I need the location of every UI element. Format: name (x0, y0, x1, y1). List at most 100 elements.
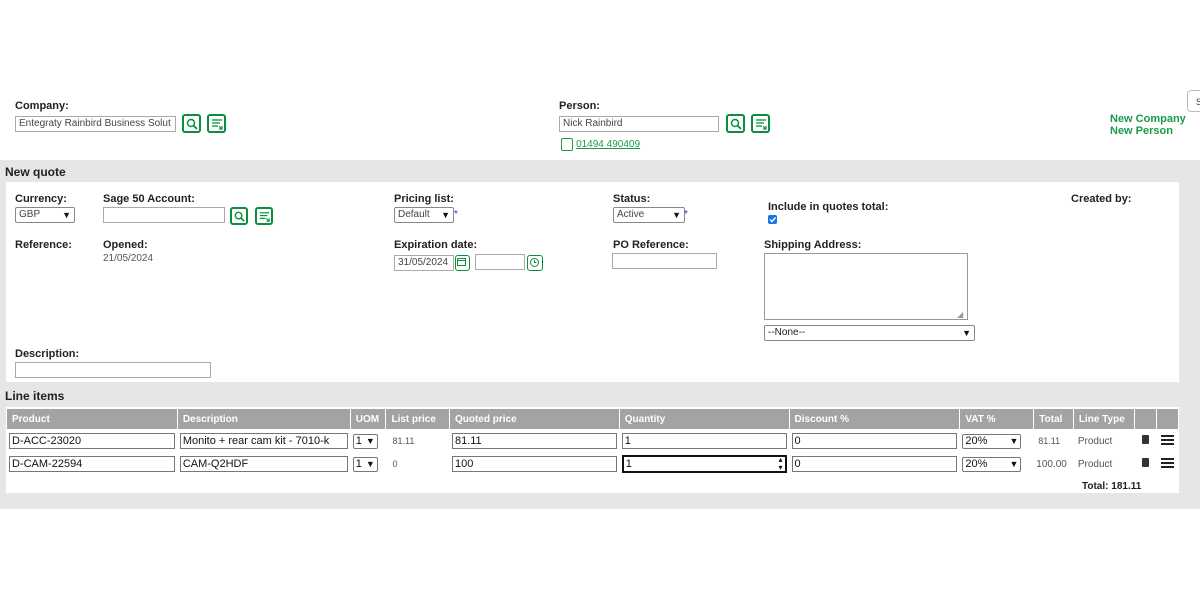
resize-handle-icon[interactable]: ◢ (957, 310, 963, 319)
calendar-button[interactable] (455, 255, 470, 271)
row-total: 81.11 (1034, 430, 1073, 452)
vat-value: 20% (965, 457, 988, 470)
include-total-checkbox[interactable] (768, 215, 777, 224)
column-header: Description (177, 409, 350, 429)
expiration-date-label: Expiration date: (394, 239, 478, 251)
discount-input[interactable]: 0 (791, 456, 958, 472)
column-header: Total (1034, 409, 1073, 429)
table-row: D-ACC-23020 Monito + rear cam kit - 7010… (7, 430, 1178, 452)
include-total-label: Include in quotes total: (768, 201, 889, 213)
chevron-down-icon: ▼ (962, 328, 971, 338)
pricing-list-select[interactable]: Default ▼ (394, 207, 454, 223)
calendar-icon (457, 258, 466, 266)
stepper-arrows-icon[interactable]: ▴ ▾ (779, 457, 783, 471)
company-list-button[interactable] (207, 114, 226, 133)
column-header: List price (386, 409, 449, 429)
column-header: Quantity (619, 409, 789, 429)
delete-icon[interactable] (1142, 435, 1150, 444)
shipping-address-textarea[interactable] (764, 253, 968, 320)
sage-list-button[interactable] (255, 207, 273, 225)
product-input[interactable]: D-CAM-22594 (9, 456, 175, 472)
uom-select[interactable]: 1 ▼ (352, 456, 378, 472)
created-by-label: Created by: (1071, 193, 1132, 205)
delete-icon[interactable] (1142, 458, 1150, 467)
search-icon (730, 118, 742, 130)
chevron-down-icon: ▼ (365, 458, 375, 469)
side-panel-tab[interactable]: S (1187, 90, 1200, 112)
quoted-price-input[interactable]: 100 (451, 456, 617, 472)
new-company-link[interactable]: New Company (1110, 113, 1186, 125)
column-header: UOM (350, 409, 386, 429)
company-search-button[interactable] (182, 114, 201, 133)
currency-value: GBP (19, 209, 41, 220)
required-marker: * (684, 209, 688, 220)
sage-account-label: Sage 50 Account: (103, 193, 195, 205)
line-type: Product (1073, 453, 1135, 475)
pricing-list-label: Pricing list: (394, 193, 454, 205)
line-items-table: Product Description UOM List price Quote… (6, 408, 1179, 476)
uom-select[interactable]: 1 ▼ (352, 433, 378, 449)
reference-label: Reference: (15, 239, 72, 251)
list-price: 81.11 (386, 430, 449, 452)
line-items-title: Line items (5, 389, 65, 403)
sage-search-button[interactable] (230, 207, 248, 225)
menu-icon[interactable] (1161, 433, 1175, 447)
phone-link[interactable]: 01494 490409 (561, 138, 640, 151)
expiration-time-input[interactable] (475, 254, 525, 270)
po-reference-input[interactable] (612, 253, 717, 269)
company-input[interactable]: Entegraty Rainbird Business Solut (15, 116, 176, 132)
quoted-price-input[interactable]: 81.11 (451, 433, 617, 449)
column-header: Quoted price (449, 409, 619, 429)
search-icon (186, 118, 198, 130)
phone-number: 01494 490409 (576, 139, 641, 150)
shipping-address-select[interactable]: --None-- ▼ (764, 325, 975, 341)
table-row: D-CAM-22594 CAM-Q2HDF 1 ▼ 0 100 1 ▴ ▾ 0 20%… (7, 453, 1178, 475)
list-select-icon (212, 119, 223, 130)
description-cell-input[interactable]: Monito + rear cam kit - 7010-k (179, 433, 348, 449)
status-select[interactable]: Active ▼ (613, 207, 685, 223)
row-total: 100.00 (1034, 453, 1073, 475)
vat-value: 20% (965, 434, 988, 447)
currency-label: Currency: (15, 193, 67, 205)
quantity-value: 1 (625, 458, 632, 470)
product-input[interactable]: D-ACC-23020 (9, 433, 175, 449)
company-label: Company: (15, 100, 69, 112)
description-input[interactable] (15, 362, 211, 378)
discount-input[interactable]: 0 (791, 433, 958, 449)
vat-select[interactable]: 20% ▼ (962, 433, 1022, 449)
status-label: Status: (613, 193, 651, 205)
column-header: VAT % (960, 409, 1034, 429)
quantity-input[interactable]: 1 (621, 433, 787, 449)
clock-icon (530, 258, 539, 267)
checkmark-icon (769, 217, 777, 223)
shipping-select-value: --None-- (768, 327, 806, 338)
person-input[interactable]: Nick Rainbird (559, 116, 719, 132)
description-label: Description: (15, 348, 80, 360)
table-header-row: Product Description UOM List price Quote… (7, 409, 1178, 429)
description-cell-input[interactable]: CAM-Q2HDF (179, 456, 348, 472)
uom-value: 1 (355, 457, 362, 470)
expiration-date-input[interactable]: 31/05/2024 (394, 255, 454, 271)
opened-value: 21/05/2024 (103, 253, 154, 264)
person-search-button[interactable] (726, 114, 745, 133)
vat-select[interactable]: 20% ▼ (962, 456, 1022, 472)
chevron-down-icon: ▼ (1009, 458, 1019, 469)
person-label: Person: (559, 100, 600, 112)
new-person-link[interactable]: New Person (1110, 125, 1173, 137)
person-list-button[interactable] (751, 114, 770, 133)
column-header: Product (7, 409, 177, 429)
status-value: Active (617, 209, 645, 220)
menu-icon[interactable] (1161, 456, 1175, 470)
clock-button[interactable] (527, 255, 543, 271)
pricing-list-value: Default (398, 209, 430, 220)
currency-select[interactable]: GBP ▼ (15, 207, 75, 223)
quantity-stepper[interactable]: 1 ▴ ▾ (621, 455, 787, 473)
search-icon (234, 211, 245, 222)
sage-account-input[interactable] (103, 207, 225, 223)
column-header (1157, 409, 1178, 429)
list-select-icon (259, 212, 270, 222)
column-header: Discount % (789, 409, 960, 429)
column-header: Line Type (1073, 409, 1135, 429)
po-reference-label: PO Reference: (613, 239, 689, 251)
side-panel-tab-label: S (1196, 97, 1200, 107)
